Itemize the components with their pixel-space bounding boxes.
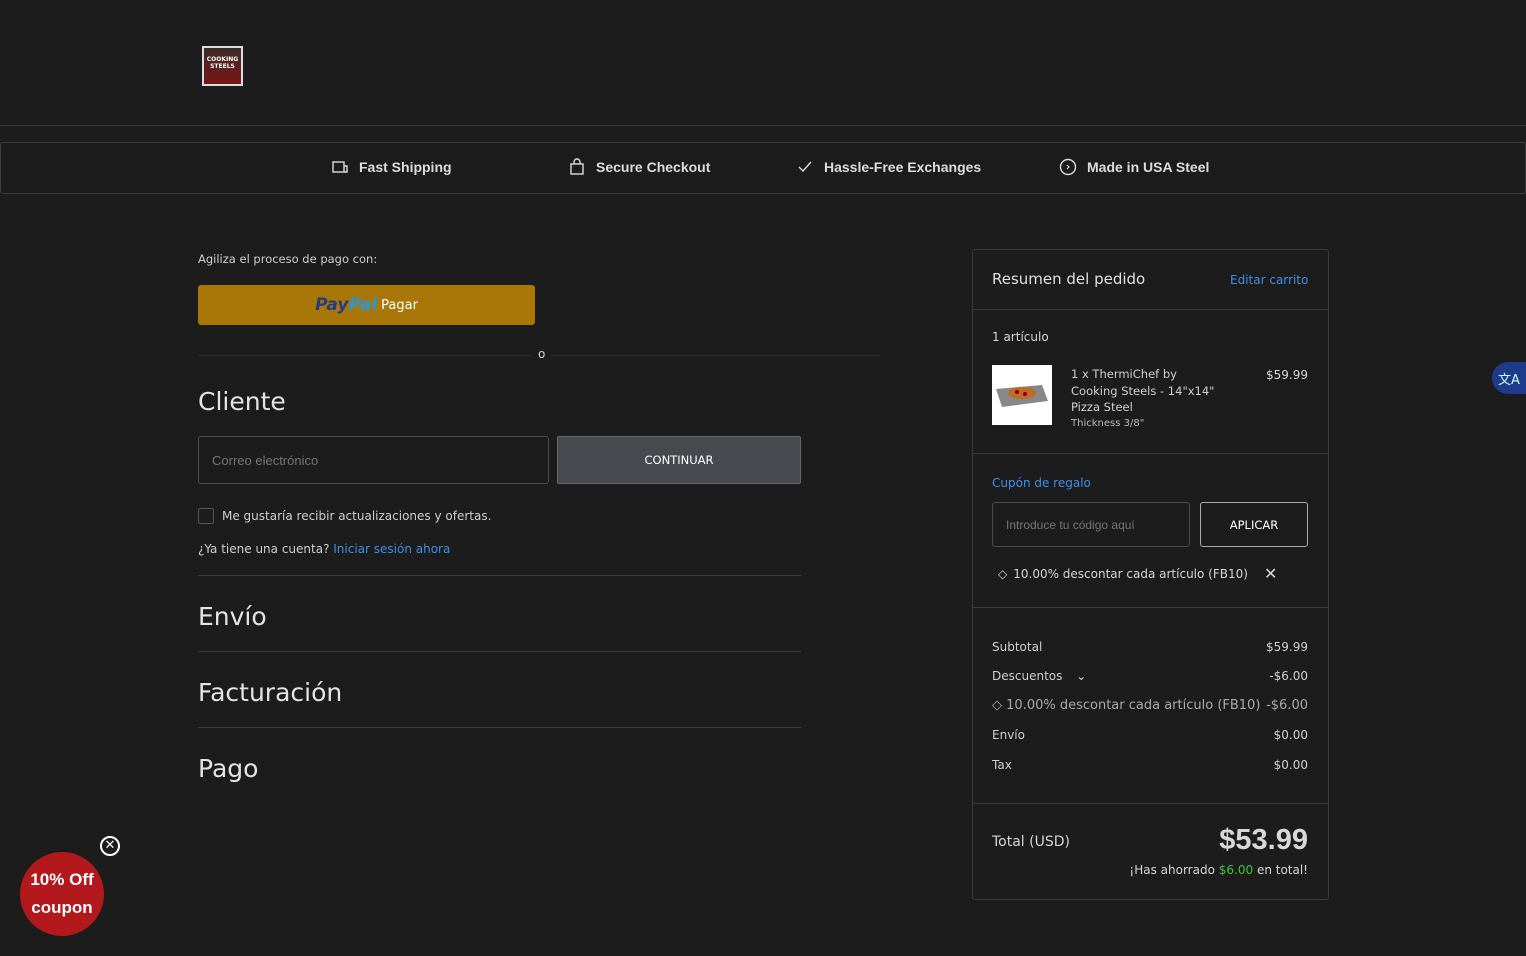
divider (198, 727, 801, 728)
divider (973, 309, 1328, 310)
summary-title: Resumen del pedido (992, 270, 1146, 288)
feature-usa-steel: Made in USA Steel (1059, 158, 1209, 176)
total-value: $53.99 (1219, 824, 1308, 856)
paypal-button[interactable]: Pay Pal Pagar (198, 285, 535, 325)
feature-secure-checkout: Secure Checkout (568, 158, 710, 176)
divider (973, 453, 1328, 454)
chevron-down-icon[interactable]: ⌄ (1076, 669, 1086, 683)
product-name-line: Pizza Steel (1071, 400, 1133, 414)
product-option: Thickness 3/8" (1071, 417, 1145, 429)
paypal-logo-b: Pal (348, 295, 378, 315)
row-value: $59.99 (1266, 640, 1308, 654)
product-name: 1 x ThermiChef by Cooking Steels - 14"x1… (1071, 366, 1214, 432)
bag-icon (570, 158, 584, 175)
coupon-line: 10% Off (30, 870, 94, 889)
feature-label: Hassle-Free Exchanges (824, 159, 982, 175)
row-value: $0.00 (1273, 758, 1308, 772)
truck-icon (332, 161, 348, 173)
paypal-label: Pagar (381, 297, 418, 313)
customer-heading: Cliente (198, 387, 286, 416)
login-link[interactable]: Iniciar sesión ahora (333, 542, 450, 556)
feature-exchanges: Hassle-Free Exchanges (796, 158, 981, 176)
translate-icon[interactable]: 文A (1492, 362, 1526, 394)
row-label: Envío (992, 728, 1025, 742)
divider (198, 651, 801, 652)
coupon-popup-button[interactable]: 10% Off coupon (20, 852, 104, 936)
savings-text: ¡Has ahorrado $6.00 en total! (1129, 863, 1308, 877)
email-input[interactable] (198, 436, 549, 484)
savings-prefix: ¡Has ahorrado (1129, 863, 1215, 877)
total-label: Total (USD) (992, 834, 1070, 850)
apply-coupon-button[interactable]: APLICAR (1200, 502, 1308, 547)
account-question: ¿Ya tiene una cuenta? (198, 542, 330, 556)
row-label: Subtotal (992, 640, 1043, 654)
feature-label: Fast Shipping (359, 159, 452, 175)
savings-suffix: en total! (1256, 863, 1308, 877)
features-bar (0, 142, 1526, 194)
discounts-row[interactable]: Descuentos ⌄ -$6.00 (992, 669, 1308, 683)
step-payment: Pago (198, 754, 259, 783)
paypal-logo: Pay (315, 295, 349, 315)
edit-cart-link[interactable]: Editar carrito (1230, 273, 1308, 287)
check-icon (798, 161, 812, 173)
discount-item-row: ◇ 10.00% descontar cada artículo (FB10) -… (992, 698, 1308, 713)
product-price: $59.99 (1266, 368, 1308, 382)
applied-coupon-label: 10.00% descontar cada artículo (FB10) (1013, 566, 1248, 581)
divider (973, 803, 1328, 804)
divider (973, 607, 1328, 608)
express-checkout-label: Agiliza el proceso de pago con: (198, 252, 378, 266)
row-value: $0.00 (1273, 728, 1308, 742)
coupon-toggle-link[interactable]: Cupón de regalo (992, 476, 1091, 490)
divider (198, 575, 801, 576)
feature-label: Secure Checkout (596, 159, 711, 175)
feature-label: Made in USA Steel (1087, 159, 1210, 175)
coupon-line: coupon (31, 898, 93, 917)
row-label: Tax (992, 758, 1012, 772)
step-shipping: Envío (198, 602, 267, 631)
row-label: Descuentos (992, 669, 1063, 683)
step-billing: Facturación (198, 678, 343, 707)
circle-arrow-icon (1059, 158, 1077, 176)
close-icon[interactable]: ✕ (100, 836, 120, 856)
product-name-line: Cooking Steels - 14"x14" (1071, 383, 1215, 398)
tax-row: Tax $0.00 (992, 758, 1308, 772)
applied-coupon: ◇ 10.00% descontar cada artículo (FB10) ✕ (998, 564, 1277, 583)
savings-amount: $6.00 (1218, 863, 1254, 877)
or-separator: o (532, 347, 552, 361)
row-value: -$6.00 (1269, 669, 1308, 683)
newsletter-checkbox[interactable] (198, 508, 214, 524)
continue-button[interactable]: CONTINUAR (557, 436, 801, 484)
coupon-input[interactable] (992, 502, 1190, 547)
newsletter-label: Me gustaría recibir actualizaciones y of… (222, 509, 492, 523)
remove-coupon-icon[interactable]: ✕ (1264, 564, 1277, 583)
tag-icon: ◇ (998, 566, 1008, 581)
row-label: 10.00% descontar cada artículo (FB10) (1006, 698, 1261, 713)
product-image (992, 365, 1052, 425)
item-count: 1 artículo (992, 330, 1049, 344)
row-value: -$6.00 (1266, 698, 1308, 713)
product-name-line: 1 x ThermiChef by (1071, 367, 1177, 381)
shipping-row: Envío $0.00 (992, 728, 1308, 742)
feature-fast-shipping: Fast Shipping (331, 158, 452, 176)
subtotal-row: Subtotal $59.99 (992, 640, 1308, 654)
tag-icon: ◇ (992, 698, 1002, 713)
cooking-steels-logo[interactable]: COOKING STEELS (202, 46, 243, 86)
